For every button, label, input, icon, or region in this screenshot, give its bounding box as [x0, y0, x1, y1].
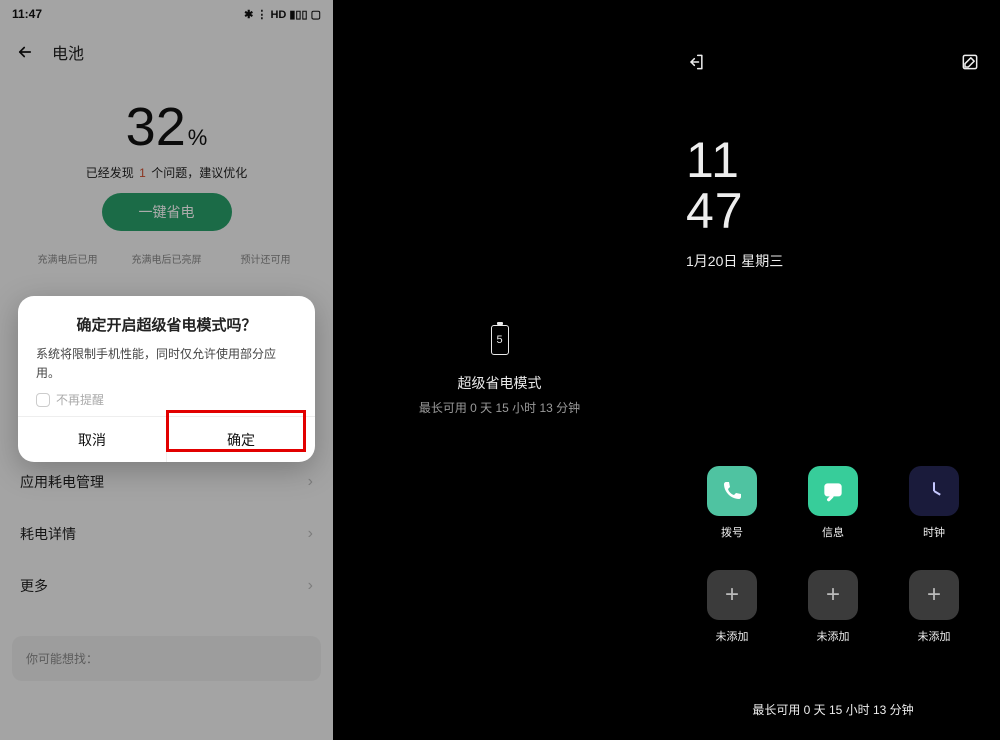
- app-dial[interactable]: 拨号: [697, 466, 767, 540]
- battery-icon-number: 5: [496, 334, 502, 346]
- lock-date: 1月20日 星期三: [686, 251, 980, 271]
- app-messages[interactable]: 信息: [798, 466, 868, 540]
- back-icon[interactable]: [16, 43, 34, 61]
- menu-label: 更多: [20, 576, 48, 596]
- message-icon: [808, 466, 858, 516]
- app-label: 拨号: [721, 524, 743, 540]
- app-label: 时钟: [923, 524, 945, 540]
- charge-col-screen: 充满电后已亮屏: [117, 251, 216, 266]
- battery-value: 32: [126, 97, 186, 157]
- menu-label: 耗电详情: [20, 524, 76, 544]
- app-label: 未添加: [817, 628, 850, 644]
- charge-col-used: 充满电后已用: [18, 251, 117, 266]
- battery-percentage: 32%: [0, 96, 333, 158]
- app-label: 未添加: [716, 628, 749, 644]
- modal-dont-remind[interactable]: 不再提醒: [36, 391, 297, 408]
- clock-hour: 11: [686, 135, 980, 186]
- chevron-right-icon: ›: [308, 525, 313, 543]
- battery-icon: 5: [491, 325, 509, 355]
- super-saver-home-screen: 11 47 1月20日 星期三 拨号 信息 时钟 + 未添加 +: [666, 0, 1000, 740]
- super-saver-info-screen: 5 超级省电模式 最长可用 0 天 15 小时 13 分钟: [333, 0, 666, 740]
- menu-label: 应用耗电管理: [20, 472, 104, 492]
- checkbox-icon[interactable]: [36, 393, 50, 407]
- status-time: 11:47: [12, 7, 42, 21]
- plus-icon: +: [707, 570, 757, 620]
- charge-col-remain: 预计还可用: [216, 251, 315, 266]
- modal-button-row: 取消 确定: [18, 416, 315, 462]
- you-may-want-card[interactable]: 你可能想找：: [12, 636, 321, 681]
- phone-icon: [707, 466, 757, 516]
- confirm-super-saver-modal: 确定开启超级省电模式吗？ 系统将限制手机性能，同时仅允许使用部分应用。 不再提醒…: [18, 296, 315, 462]
- lock-clock: 11 47: [686, 135, 980, 237]
- super-saver-sub: 最长可用 0 天 15 小时 13 分钟: [419, 399, 580, 416]
- plus-icon: +: [909, 570, 959, 620]
- edit-icon[interactable]: [960, 52, 980, 77]
- app-add-slot-2[interactable]: + 未添加: [798, 570, 868, 644]
- issues-count: 1: [139, 166, 146, 180]
- status-bar: 11:47 ✱ ⋮ HD ▮▯▯ ▢: [0, 0, 333, 28]
- issues-suffix: 个问题，建议优化: [151, 166, 247, 180]
- modal-title: 确定开启超级省电模式吗？: [36, 314, 297, 335]
- app-label: 信息: [822, 524, 844, 540]
- page-title: 电池: [52, 40, 84, 64]
- app-grid: 拨号 信息 时钟 + 未添加 + 未添加 + 未添加: [666, 466, 1000, 644]
- modal-check-label: 不再提醒: [56, 391, 104, 408]
- menu-list: 应用耗电管理 › 耗电详情 › 更多 ›: [0, 456, 333, 612]
- confirm-button[interactable]: 确定: [166, 417, 315, 462]
- menu-power-detail[interactable]: 耗电详情 ›: [0, 508, 333, 560]
- percent-sign: %: [188, 125, 208, 150]
- home-top-bar: [686, 0, 980, 77]
- app-add-slot-3[interactable]: + 未添加: [899, 570, 969, 644]
- chevron-right-icon: ›: [308, 473, 313, 491]
- super-saver-title: 超级省电模式: [458, 373, 542, 393]
- page-header: 电池: [0, 28, 333, 68]
- app-add-slot-1[interactable]: + 未添加: [697, 570, 767, 644]
- menu-app-power[interactable]: 应用耗电管理 ›: [0, 456, 333, 508]
- cancel-button[interactable]: 取消: [18, 417, 166, 462]
- clock-icon: [909, 466, 959, 516]
- chevron-right-icon: ›: [308, 577, 313, 595]
- modal-body: 系统将限制手机性能，同时仅允许使用部分应用。: [36, 345, 297, 383]
- app-clock[interactable]: 时钟: [899, 466, 969, 540]
- status-icons: ✱ ⋮ HD ▮▯▯ ▢: [244, 8, 321, 21]
- issues-found-text: 已经发现 1 个问题，建议优化: [0, 164, 333, 181]
- plus-icon: +: [808, 570, 858, 620]
- issues-prefix: 已经发现: [86, 166, 134, 180]
- battery-settings-screen: 11:47 ✱ ⋮ HD ▮▯▯ ▢ 电池 32% 已经发现 1 个问题，建议优…: [0, 0, 333, 740]
- menu-more[interactable]: 更多 ›: [0, 560, 333, 612]
- clock-minute: 47: [686, 186, 980, 237]
- remaining-time-footer: 最长可用 0 天 15 小时 13 分钟: [666, 701, 1000, 718]
- charge-info-row: 充满电后已用 充满电后已亮屏 预计还可用: [0, 251, 333, 266]
- app-label: 未添加: [918, 628, 951, 644]
- optimize-button[interactable]: 一键省电: [102, 193, 232, 231]
- exit-icon[interactable]: [686, 52, 706, 77]
